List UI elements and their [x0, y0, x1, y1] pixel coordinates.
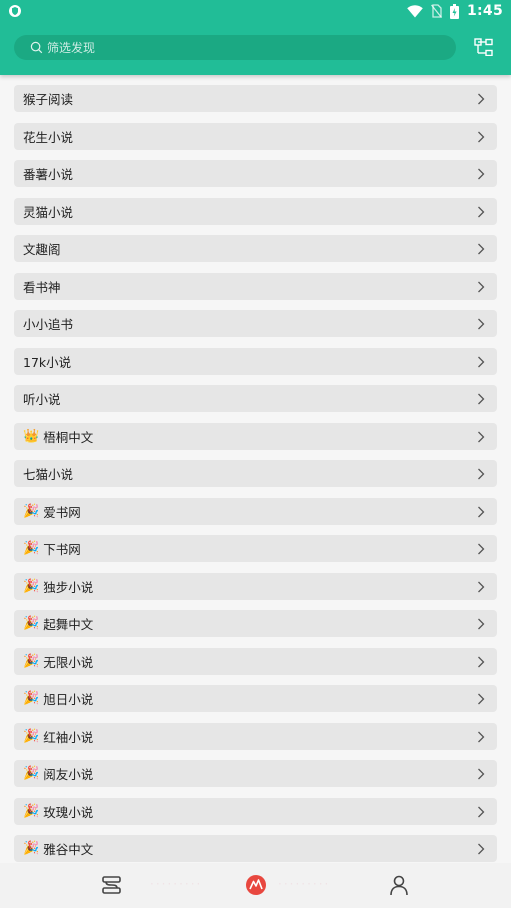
party-popper-icon: 🎉 — [23, 578, 40, 594]
chevron-right-icon — [478, 206, 485, 217]
chevron-right-icon — [478, 93, 485, 105]
list-item[interactable]: 🎉 红袖小说 — [14, 722, 497, 750]
chevron-right-icon — [478, 506, 485, 517]
party-popper-icon: 🎉 — [23, 653, 40, 669]
party-popper-icon: 🎉 — [23, 841, 40, 856]
list-item[interactable]: 🎉 旭日小说 — [14, 685, 497, 712]
search-icon — [30, 41, 43, 54]
list-item[interactable]: 猴子阅读 — [14, 85, 497, 112]
party-popper-icon: 🎉 — [23, 766, 40, 781]
list-item-label: 文趣阁 — [23, 242, 61, 257]
list-item[interactable]: 🎉 独步小说 — [14, 572, 497, 600]
battery-icon — [449, 3, 459, 19]
crown-icon: 👑 — [23, 428, 40, 444]
chevron-right-icon — [478, 356, 485, 367]
list-item-label: 梧桐中文 — [43, 429, 94, 445]
party-popper-icon: 🎉 — [23, 691, 40, 706]
chevron-right-icon — [478, 581, 485, 592]
profile-icon[interactable] — [388, 874, 410, 896]
nav-ghost-decoration-2: ········· — [278, 877, 331, 891]
chevron-right-icon — [478, 281, 485, 292]
list-item-label: 17k小说 — [23, 354, 72, 370]
party-popper-icon: 🎉 — [23, 803, 40, 819]
list-item-label: 旭日小说 — [43, 692, 94, 707]
list-item-label: 花生小说 — [23, 129, 74, 145]
list-item[interactable]: 🎉 起舞中文 — [14, 610, 497, 637]
chevron-right-icon — [478, 318, 485, 330]
wifi-icon — [407, 4, 423, 17]
list-item-label: 小小追书 — [23, 317, 74, 332]
list-item-label: 听小说 — [23, 392, 61, 407]
status-bar: 1:45 — [0, 0, 511, 22]
no-sim-icon — [430, 4, 442, 18]
party-popper-icon: 🎉 — [23, 503, 40, 519]
party-popper-icon: 🎉 — [23, 616, 40, 631]
list-item[interactable]: 🎉 下书网 — [14, 535, 497, 562]
chevron-right-icon — [478, 431, 485, 442]
list-item[interactable]: 灵猫小说 — [14, 197, 497, 225]
search-placeholder: 筛选发现 — [47, 41, 96, 55]
bookshelf-icon[interactable] — [101, 874, 123, 896]
list-item-label: 猴子阅读 — [23, 92, 74, 107]
list-item-label: 下书网 — [43, 542, 81, 557]
list-item[interactable]: 🎉 无限小说 — [14, 647, 497, 675]
discover-icon[interactable] — [245, 874, 267, 896]
chevron-right-icon — [478, 131, 485, 142]
source-list: 猴子阅读花生小说番薯小说灵猫小说文趣阁看书神小小追书 17k小说听小说 👑 梧桐中文七… — [14, 85, 497, 873]
chevron-right-icon — [478, 618, 485, 630]
list-item-label: 七猫小说 — [23, 467, 74, 482]
chevron-right-icon — [478, 656, 485, 667]
list-item-label: 看书神 — [23, 279, 61, 295]
party-popper-icon: 🎉 — [23, 541, 40, 556]
list-item[interactable]: 🎉 爱书网 — [14, 497, 497, 525]
list-item-label: 番薯小说 — [23, 167, 74, 182]
chevron-right-icon — [478, 168, 485, 180]
list-item-label: 雅谷中文 — [43, 842, 94, 857]
list-item[interactable]: 看书神 — [14, 272, 497, 300]
chevron-right-icon — [478, 393, 485, 405]
list-item[interactable]: 🎉 雅谷中文 — [14, 835, 497, 862]
bottom-nav: ········· ········· — [0, 863, 511, 908]
list-item[interactable]: 🎉 玫瑰小说 — [14, 797, 497, 825]
list-item-label: 爱书网 — [43, 504, 81, 520]
search-input[interactable]: 筛选发现 — [14, 35, 456, 60]
chevron-right-icon — [478, 468, 485, 480]
status-icons: 1:45 — [407, 2, 503, 20]
list-item[interactable]: 17k小说 — [14, 347, 497, 375]
list-item[interactable]: 🎉 阅友小说 — [14, 760, 497, 787]
list-item[interactable]: 听小说 — [14, 385, 497, 412]
app-header: 1:45 筛选发现 — [0, 0, 511, 75]
party-popper-icon: 🎉 — [23, 728, 40, 744]
list-item-label: 红袖小说 — [43, 729, 94, 745]
list-item[interactable]: 花生小说 — [14, 122, 497, 150]
list-item-label: 起舞中文 — [43, 617, 94, 632]
chevron-right-icon — [478, 768, 485, 780]
tree-menu-icon[interactable] — [474, 38, 494, 56]
chevron-right-icon — [478, 693, 485, 705]
list-item-label: 玫瑰小说 — [43, 804, 94, 820]
chevron-right-icon — [478, 731, 485, 742]
nav-ghost-decoration: ········· — [150, 877, 203, 891]
list-item-label: 灵猫小说 — [23, 204, 74, 220]
chevron-right-icon — [478, 806, 485, 817]
list-item-label: 独步小说 — [43, 579, 94, 595]
chevron-right-icon — [478, 543, 485, 555]
list-item[interactable]: 七猫小说 — [14, 460, 497, 487]
list-item[interactable]: 👑 梧桐中文 — [14, 422, 497, 450]
list-item-label: 阅友小说 — [43, 767, 94, 782]
chevron-right-icon — [478, 243, 485, 255]
shield-icon — [9, 5, 21, 17]
list-item-label: 无限小说 — [43, 654, 94, 670]
list-item[interactable]: 小小追书 — [14, 310, 497, 337]
list-item[interactable]: 文趣阁 — [14, 235, 497, 262]
chevron-right-icon — [478, 843, 485, 855]
clock: 1:45 — [466, 3, 503, 19]
list-item[interactable]: 番薯小说 — [14, 160, 497, 187]
